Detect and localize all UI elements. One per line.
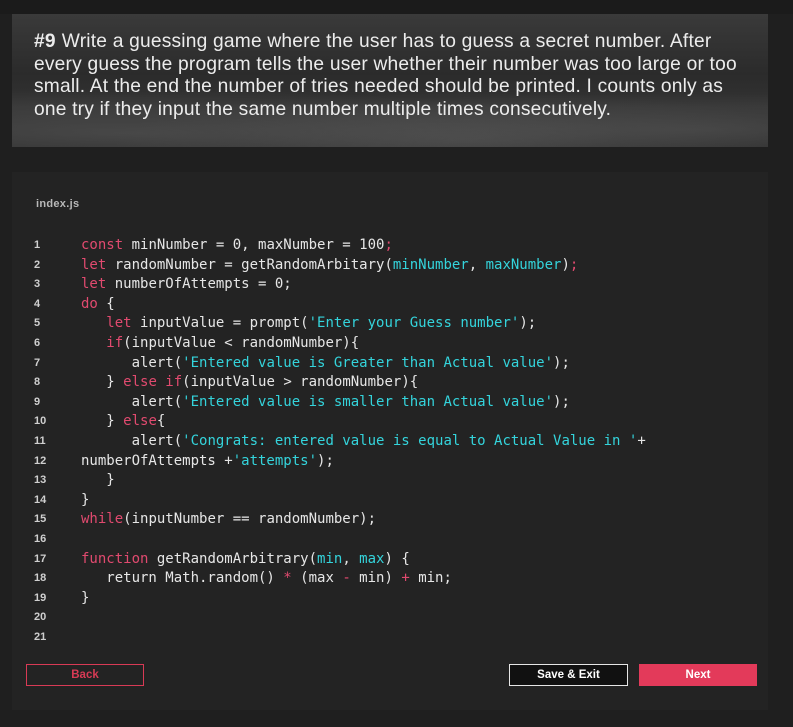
code-text: alert('Congrats: entered value is equal … — [81, 432, 646, 449]
code-line: 17 function getRandomArbitrary(min, max) … — [0, 550, 793, 570]
code-text: alert('Entered value is smaller than Act… — [81, 393, 570, 410]
code-line: 15 while(inputNumber == randomNumber); — [0, 510, 793, 530]
code-text: numberOfAttempts +'attempts'); — [81, 452, 334, 469]
line-number: 5 — [34, 317, 41, 330]
line-number: 17 — [34, 552, 47, 565]
code-text: return Math.random() * (max - min) + min… — [81, 570, 452, 587]
line-number: 9 — [34, 395, 41, 408]
line-number: 10 — [34, 415, 47, 428]
question-text-block: #9 Write a guessing game where the user h… — [34, 31, 754, 121]
code-text: let randomNumber = getRandomArbitary(min… — [81, 256, 579, 273]
line-number: 12 — [34, 454, 47, 467]
code-text: } else if(inputValue > randomNumber){ — [81, 374, 419, 391]
code-editor[interactable]: 1 const minNumber = 0, maxNumber = 100; 2… — [0, 236, 793, 647]
code-text: if(inputValue < randomNumber){ — [106, 334, 360, 351]
code-line: 14} — [0, 491, 793, 511]
question-banner: #9 Write a guessing game where the user h… — [12, 14, 768, 147]
line-number: 4 — [34, 297, 41, 310]
code-line: 9 alert('Entered value is smaller than A… — [0, 393, 793, 413]
code-line: 3 let numberOfAttempts = 0; — [0, 275, 793, 295]
code-text: } — [81, 472, 115, 489]
line-number: 21 — [34, 630, 47, 643]
code-line: 13 } — [0, 471, 793, 491]
question-number: #9 — [34, 31, 56, 52]
line-number: 20 — [34, 611, 47, 624]
line-number: 8 — [34, 376, 41, 389]
code-text: const minNumber = 0, maxNumber = 100; — [81, 237, 393, 253]
code-text: function getRandomArbitrary(min, max) { — [81, 550, 410, 567]
code-line: 1 const minNumber = 0, maxNumber = 100; — [0, 236, 793, 256]
line-number: 13 — [34, 474, 47, 487]
question-description: Write a guessing game where the user has… — [34, 31, 737, 120]
back-button[interactable]: Back — [26, 664, 144, 686]
code-line: 16 — [0, 530, 793, 550]
code-line: 11 alert('Congrats: entered value is equ… — [0, 432, 793, 452]
line-number: 19 — [34, 591, 47, 604]
save-exit-button[interactable]: Save & Exit — [509, 664, 628, 686]
line-number: 2 — [34, 258, 41, 271]
code-line: 18 return Math.random() * (max - min) + … — [0, 569, 793, 589]
code-line: 4 do { — [0, 295, 793, 315]
code-text: do { — [81, 295, 115, 312]
code-line: 21 — [0, 628, 793, 648]
line-number: 3 — [34, 278, 41, 291]
line-number: 15 — [34, 513, 47, 526]
code-line: 19} — [0, 589, 793, 609]
code-text: while(inputNumber == randomNumber); — [81, 511, 377, 528]
code-line: 7 alert('Entered value is Greater than A… — [0, 354, 793, 374]
next-button[interactable]: Next — [639, 664, 757, 686]
code-text: } — [81, 491, 90, 508]
code-line: 20 — [0, 608, 793, 628]
line-number: 18 — [34, 572, 47, 585]
line-number: 1 — [34, 239, 41, 251]
code-text: } — [81, 589, 90, 606]
code-text: } else{ — [81, 413, 166, 430]
line-number: 7 — [34, 356, 41, 369]
code-text: let inputValue = prompt('Enter your Gues… — [106, 315, 537, 332]
line-number: 6 — [34, 336, 41, 349]
code-line: 10 } else{ — [0, 412, 793, 432]
code-text: alert('Entered value is Greater than Act… — [81, 354, 570, 371]
code-line: 6 if(inputValue < randomNumber){ — [0, 334, 793, 354]
code-line: 12 numberOfAttempts +'attempts'); — [0, 452, 793, 472]
line-number: 16 — [34, 532, 47, 545]
code-line: 2 let randomNumber = getRandomArbitary(mi… — [0, 256, 793, 276]
top-strip — [0, 0, 793, 14]
line-number: 11 — [34, 434, 46, 447]
code-line: 5 let inputValue = prompt('Enter your Gu… — [0, 314, 793, 334]
code-line: 8 } else if(inputValue > randomNumber){ — [0, 373, 793, 393]
code-text: let numberOfAttempts = 0; — [81, 276, 292, 293]
file-tab[interactable]: index.js — [36, 198, 79, 210]
line-number: 14 — [34, 493, 47, 506]
